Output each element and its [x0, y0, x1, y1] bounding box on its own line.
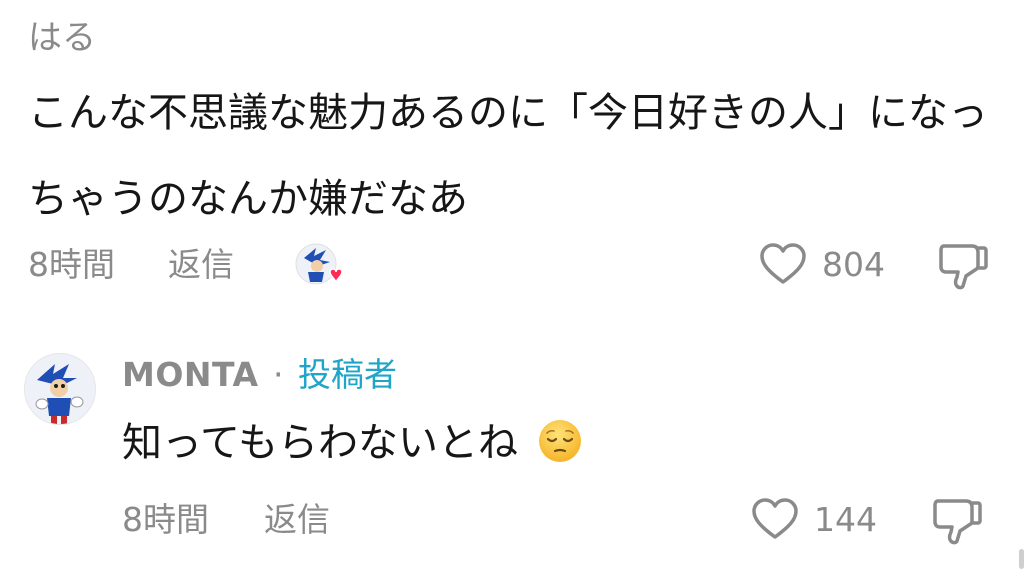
creator-liked-badge	[294, 242, 346, 290]
thumbs-down-icon	[939, 244, 988, 290]
comment-dislike-button[interactable]	[936, 240, 990, 290]
reply-like-button[interactable]: 144	[750, 495, 900, 545]
reply-header: MONTA · 投稿者	[122, 351, 397, 399]
reply-timestamp: 8時間	[122, 500, 209, 539]
reply-meta-row: 8時間 返信 144	[122, 495, 1002, 545]
scrollbar-thumb[interactable]	[1019, 549, 1024, 569]
creator-badge: 投稿者	[298, 355, 397, 394]
separator-dot: ·	[273, 355, 284, 394]
comment-like-count: 804	[822, 245, 885, 284]
comment: はる こんな不思議な魅力あるのに「今日好きの人」になっちゃうのなんか嫌だなあ	[28, 14, 1018, 242]
reply-dislike-button[interactable]	[930, 495, 984, 545]
comment-like-button[interactable]: 804	[758, 240, 908, 290]
comment-timestamp: 8時間	[28, 245, 115, 284]
reply-avatar-image	[25, 354, 95, 424]
thumbs-down-icon	[933, 499, 982, 545]
comment-meta-row: 8時間 返信 804	[28, 240, 1008, 290]
heart-outline-icon	[752, 498, 798, 539]
reply-text: 知ってもらわないとね	[122, 420, 518, 466]
reply-like-count: 144	[814, 500, 877, 539]
reply-comment: MONTA · 投稿者 知ってもらわないとね 8時間 返信 144	[0, 345, 1034, 569]
reply-reply-button[interactable]: 返信	[264, 495, 330, 545]
creator-liked-avatar-heart-icon	[295, 243, 343, 285]
reply-text-line: 知ってもらわないとね	[122, 415, 583, 471]
heart-outline-icon	[760, 243, 806, 284]
pensive-face-emoji-icon	[537, 418, 583, 464]
comment-reply-button[interactable]: 返信	[168, 240, 234, 290]
comment-text: こんな不思議な魅力あるのに「今日好きの人」になっちゃうのなんか嫌だなあ	[28, 90, 988, 222]
comment-author[interactable]: はる	[28, 14, 1018, 62]
avatar[interactable]	[24, 353, 96, 425]
reply-author[interactable]: MONTA	[122, 355, 259, 394]
